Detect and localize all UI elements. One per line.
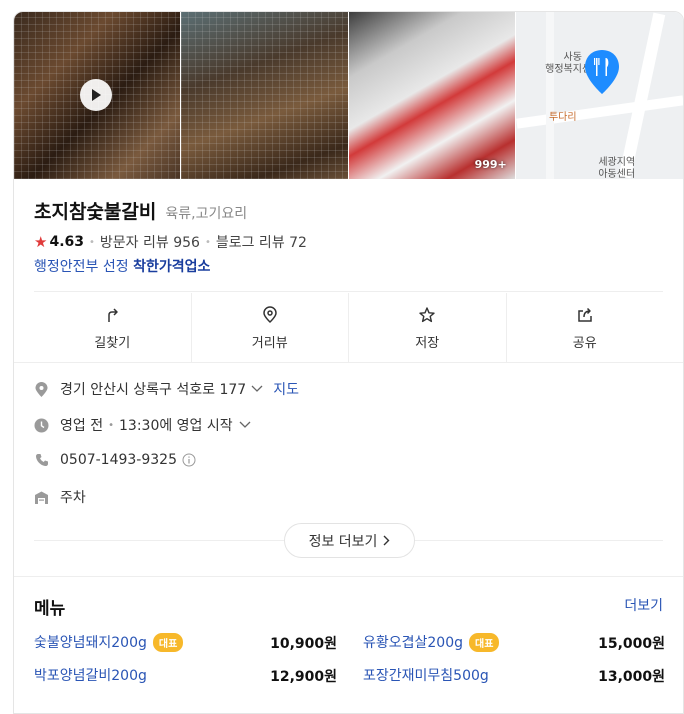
menu-item[interactable]: 포장간재미무침500g: [363, 665, 489, 685]
map-label-center: 세광지역 아동센터: [598, 157, 636, 179]
phone-row: 0507-1493-9325: [34, 452, 196, 468]
divider: [14, 362, 683, 363]
place-category: 육류,고기요리: [165, 206, 248, 222]
clock-icon: [34, 418, 49, 433]
map-label-tudari: 투다리: [548, 112, 577, 123]
chevron-down-icon[interactable]: [239, 421, 251, 429]
map-link[interactable]: 지도: [273, 379, 299, 399]
map-thumbnail[interactable]: 사동 행정복지센터 투다리 세광지역 아동센터: [515, 12, 683, 179]
signature-badge: 대표: [469, 632, 500, 652]
action-bar: 길찾기 거리뷰 저장 공유: [34, 293, 663, 363]
address-row: 경기 안산시 상록구 석호로 177 지도: [34, 379, 299, 399]
phone-number[interactable]: 0507-1493-9325: [60, 452, 177, 468]
review-summary: ★ 4.63 • 방문자 리뷰 956 • 블로그 리뷰 72: [34, 232, 307, 252]
photo-video-thumbnail[interactable]: [14, 12, 181, 179]
star-icon: [419, 306, 435, 322]
save-button[interactable]: 저장: [349, 293, 507, 363]
location-pin-icon: [262, 305, 277, 323]
menu-price: 10,900원: [270, 636, 337, 652]
parking-text: 주차: [60, 490, 86, 506]
divider: [34, 291, 663, 292]
place-card: 999+ 사동 행정복지센터 투다리 세광지역 아동센터 초지참숯불갈비 육류,…: [13, 11, 684, 714]
menu-price: 13,000원: [598, 669, 665, 685]
blog-reviews[interactable]: 블로그 리뷰 72: [216, 232, 307, 252]
star-icon: ★: [34, 233, 48, 251]
menu-item[interactable]: 숯불양념돼지200g 대표: [34, 632, 184, 652]
rating-value: 4.63: [49, 234, 84, 250]
phone-icon: [34, 453, 49, 468]
info-icon[interactable]: [182, 453, 196, 467]
play-icon[interactable]: [80, 79, 112, 111]
divider: [14, 576, 683, 577]
place-name: 초지참숯불갈비: [34, 201, 157, 223]
open-hours: 13:30에 영업 시작: [119, 418, 233, 434]
photo-strip: 999+ 사동 행정복지센터 투다리 세광지역 아동센터: [14, 12, 683, 179]
photo-count: 999+: [474, 158, 507, 171]
signature-badge: 대표: [152, 632, 184, 652]
location-icon: [34, 381, 49, 397]
directions-button[interactable]: 길찾기: [34, 293, 192, 363]
share-button[interactable]: 공유: [507, 293, 664, 363]
map-pin-icon: [584, 50, 619, 94]
visitor-reviews[interactable]: 방문자 리뷰 956: [100, 232, 200, 252]
hours-row[interactable]: 영업 전 • 13:30에 영업 시작: [34, 415, 251, 435]
more-info-button[interactable]: 정보 더보기: [284, 523, 415, 558]
menu-price: 15,000원: [598, 636, 665, 652]
chevron-right-icon: [383, 535, 390, 546]
chevron-down-icon[interactable]: [251, 385, 263, 393]
address-text: 경기 안산시 상록구 석호로 177: [60, 382, 247, 398]
menu-more-link[interactable]: 더보기: [624, 595, 663, 615]
menu-item[interactable]: 박포양념갈비200g: [34, 665, 147, 685]
streetview-button[interactable]: 거리뷰: [192, 293, 349, 363]
menu-item[interactable]: 유황오겹살200g 대표: [363, 632, 500, 652]
share-icon: [578, 307, 592, 322]
photo-takeout[interactable]: 999+: [348, 12, 515, 179]
good-price-badge[interactable]: 행정안전부 선정 착한가격업소: [34, 256, 210, 276]
title-row: 초지참숯불갈비 육류,고기요리: [34, 197, 247, 224]
menu-price: 12,900원: [270, 669, 337, 685]
photo-grill[interactable]: [181, 12, 348, 179]
parking-icon: [34, 490, 49, 505]
directions-icon: [108, 307, 118, 322]
menu-title: 메뉴: [34, 599, 66, 619]
open-status: 영업 전: [60, 418, 104, 434]
parking-row: 주차: [34, 487, 86, 507]
